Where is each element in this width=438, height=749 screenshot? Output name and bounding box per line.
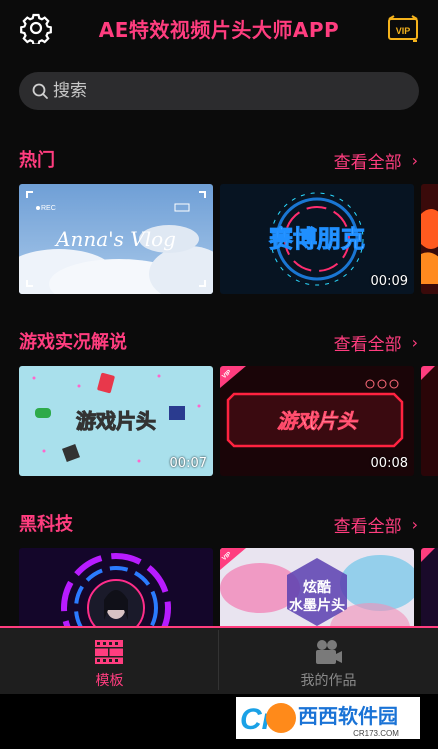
watermark-text: 西西软件园 [298, 704, 398, 728]
vlog-title: Anna's Vlog [54, 227, 176, 251]
view-all-label: 查看全部 [333, 335, 402, 355]
vlog-thumbnail: REC Anna's Vlog [19, 184, 213, 294]
chevron-right-icon: › [411, 515, 418, 534]
chevron-right-icon: › [411, 333, 418, 352]
search-icon [32, 83, 48, 99]
vip-badge: VIP [220, 366, 246, 388]
game-neon-title: 游戏片头 [277, 409, 359, 433]
section-title: 热门 [19, 150, 55, 171]
bottom-tab-bar: 模板 我的作品 [0, 628, 438, 694]
card-row: 游戏片头 00:07 游戏片头 VIP 00:08 [19, 366, 438, 476]
card-row: 炫酷 水墨片头 VIP [19, 548, 438, 626]
template-card-game-neon[interactable]: 游戏片头 VIP 00:08 [220, 366, 414, 476]
section-title: 游戏实况解说 [19, 332, 127, 353]
vip-icon-text: VIP [396, 26, 411, 36]
template-card-vlog[interactable]: REC Anna's Vlog [19, 184, 213, 294]
view-all-link[interactable]: 查看全部 › [334, 330, 418, 355]
template-card-cyberpunk[interactable]: 赛博朋克 00:09 [220, 184, 414, 294]
partial-thumbnail [421, 548, 438, 626]
duration-label: 00:07 [169, 456, 207, 471]
template-card-partial[interactable] [421, 366, 438, 476]
tab-templates[interactable]: 模板 [0, 628, 219, 694]
view-all-label: 查看全部 [333, 153, 402, 173]
view-all-link[interactable]: 查看全部 › [334, 512, 418, 537]
section-hot: 热门 查看全部 › REC Anna's Vlog 赛博朋克 00:09 [0, 146, 438, 296]
ink-title-line2: 水墨片头 [289, 597, 345, 614]
rec-label: REC [41, 205, 56, 212]
tab-my-works[interactable]: 我的作品 [219, 628, 438, 694]
card-row: REC Anna's Vlog 赛博朋克 00:09 [19, 184, 438, 294]
chevron-right-icon: › [411, 151, 418, 170]
section-game: 游戏实况解说 查看全部 › 游戏片头 00:07 游戏片头 VIP 00:08 [0, 328, 438, 478]
ink-title-line1: 炫酷 [303, 579, 331, 596]
template-card-ink[interactable]: 炫酷 水墨片头 VIP [220, 548, 414, 626]
app-title: AE特效视频片头大师APP [98, 18, 340, 42]
video-camera-icon [316, 640, 342, 664]
template-card-game-intro[interactable]: 游戏片头 00:07 [19, 366, 213, 476]
duration-label: 00:08 [370, 456, 408, 471]
vip-badge: VIP [220, 548, 246, 570]
tab-label: 模板 [95, 673, 124, 689]
tab-divider [218, 630, 219, 690]
template-card-partial[interactable] [421, 184, 438, 294]
watermark-sub: CR173.COM [353, 729, 399, 738]
section-tech: 黑科技 查看全部 › 炫酷 水墨片头 VIP [0, 510, 438, 626]
view-all-label: 查看全部 [333, 517, 402, 537]
search-bar[interactable] [19, 72, 419, 110]
vip-icon[interactable]: VIP [387, 15, 419, 43]
cyberpunk-title: 赛博朋克 [268, 225, 365, 253]
top-bar: AE特效视频片头大师APP VIP [0, 0, 438, 60]
game-intro-title: 游戏片头 [76, 409, 156, 433]
template-card-portrait[interactable] [19, 548, 213, 626]
ink-thumbnail: 炫酷 水墨片头 [220, 548, 414, 626]
section-title: 黑科技 [19, 514, 73, 535]
portrait-thumbnail [19, 548, 213, 626]
partial-thumbnail [421, 366, 438, 476]
duration-label: 00:09 [370, 274, 408, 289]
partial-thumbnail [421, 184, 438, 294]
tab-label: 我的作品 [300, 673, 357, 689]
search-input[interactable] [53, 81, 393, 101]
film-icon [95, 640, 123, 664]
view-all-link[interactable]: 查看全部 › [334, 148, 418, 173]
template-card-partial[interactable] [421, 548, 438, 626]
watermark-logo: Cr 西西软件园 CR173.COM [236, 697, 420, 739]
